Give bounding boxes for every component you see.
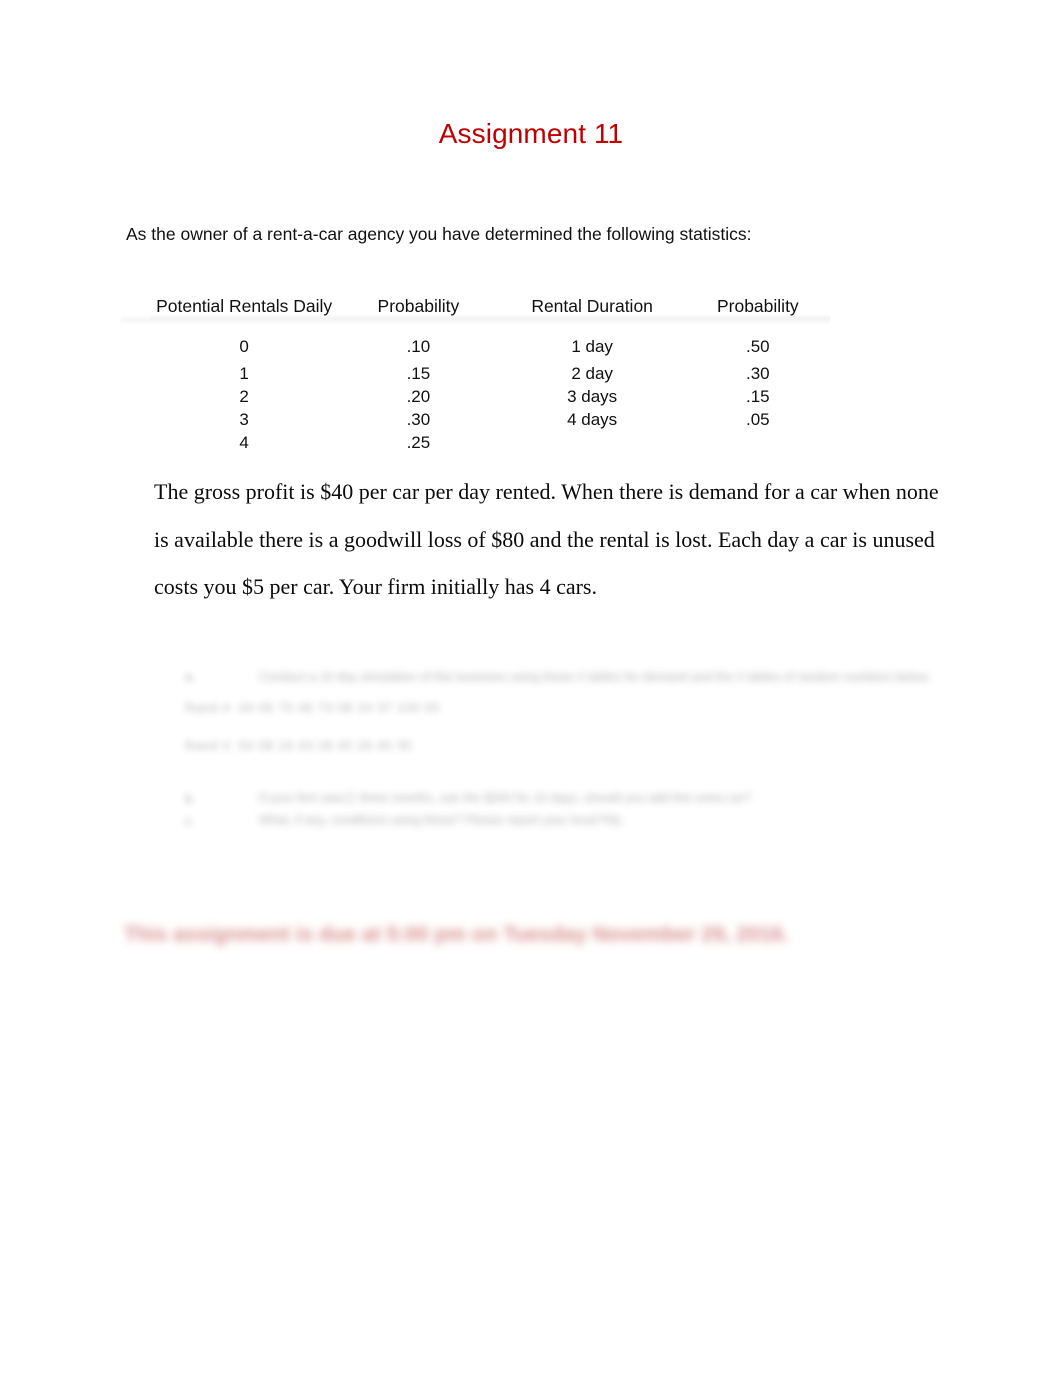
question-a-text: Conduct a 10 day simulation of this busi… — [259, 670, 931, 684]
random-numbers-line-two: Rand #: 50 08 19 43 28 45 26 40 35 — [185, 739, 413, 753]
cell-duration-probability: .15 — [746, 386, 770, 406]
list-item: b. If your firm was三 three months, use t… — [185, 788, 945, 810]
question-list-part-two: b. If your firm was三 three months, use t… — [185, 788, 945, 832]
problem-statement-paragraph: The gross profit is $40 per car per day … — [154, 479, 939, 599]
cell-duration-probability: .50 — [746, 337, 770, 356]
list-marker-a: a. — [185, 670, 196, 684]
cell-duration: 1 day — [571, 337, 613, 356]
cell-rentals-probability: .15 — [406, 363, 431, 383]
random-numbers-line-one: Rand #: 44 06 75 46 73 08 24 37 100 05 — [185, 701, 440, 715]
column-header-potential-rentals-daily: Potential Rentals Daily — [156, 296, 333, 316]
cell-rentals-probability: .25 — [406, 432, 431, 452]
cell-rentals: 0 — [239, 337, 249, 356]
cell-rentals: 1 — [239, 363, 249, 383]
column-header-rental-duration: Rental Duration — [531, 296, 653, 316]
cell-rentals: 3 — [239, 409, 249, 429]
cell-duration-probability: .05 — [746, 409, 770, 429]
table-row: 1 .15 2 day .30 — [150, 362, 830, 385]
column-header-probability-rentals: Probability — [377, 296, 460, 316]
cell-duration: 3 days — [567, 386, 618, 406]
cell-rentals: 4 — [239, 432, 249, 452]
cell-rentals: 2 — [239, 386, 249, 406]
cell-duration: 4 days — [567, 409, 618, 429]
list-marker-b: b. — [185, 792, 196, 806]
table-row: 3 .30 4 days .05 — [150, 408, 830, 431]
page-title: Assignment 11 — [438, 118, 624, 149]
table-row: 4 .25 — [150, 431, 830, 454]
table-row: 2 .20 3 days .15 — [150, 385, 830, 408]
due-date-notice: This assignment is due at 5:00 pm on Tue… — [124, 923, 789, 946]
cell-duration-probability: .30 — [746, 363, 770, 383]
table-row: 0 .10 1 day .50 — [150, 325, 830, 362]
list-item: a. Conduct a 10 day simulation of this b… — [185, 666, 945, 688]
question-b-text: If your firm was三 three months, use the … — [259, 791, 751, 805]
cell-duration: 2 day — [571, 363, 613, 383]
list-item: c. What, if any, conditions using these?… — [185, 810, 945, 832]
intro-paragraph: As the owner of a rent-a-car agency you … — [126, 224, 752, 244]
statistics-table: Potential Rentals Daily Probability Rent… — [150, 296, 830, 454]
table-body: 0 .10 1 day .50 1 .15 2 day .30 2 .20 3 … — [150, 325, 830, 454]
cell-rentals-probability: .30 — [406, 409, 431, 429]
list-marker-c: c. — [185, 814, 195, 828]
question-list-part-one: a. Conduct a 10 day simulation of this b… — [185, 666, 945, 757]
cell-rentals-probability: .20 — [406, 386, 431, 406]
document-page: Assignment 11 As the owner of a rent-a-c… — [0, 0, 1062, 1377]
cell-rentals-probability: .10 — [406, 337, 431, 356]
question-c-text: What, if any, conditions using these? Pl… — [259, 813, 624, 827]
cell-duration-probability — [686, 431, 830, 454]
cell-duration — [499, 431, 686, 454]
table-header-row: Potential Rentals Daily Probability Rent… — [150, 296, 830, 325]
column-header-probability-duration: Probability — [716, 296, 799, 316]
